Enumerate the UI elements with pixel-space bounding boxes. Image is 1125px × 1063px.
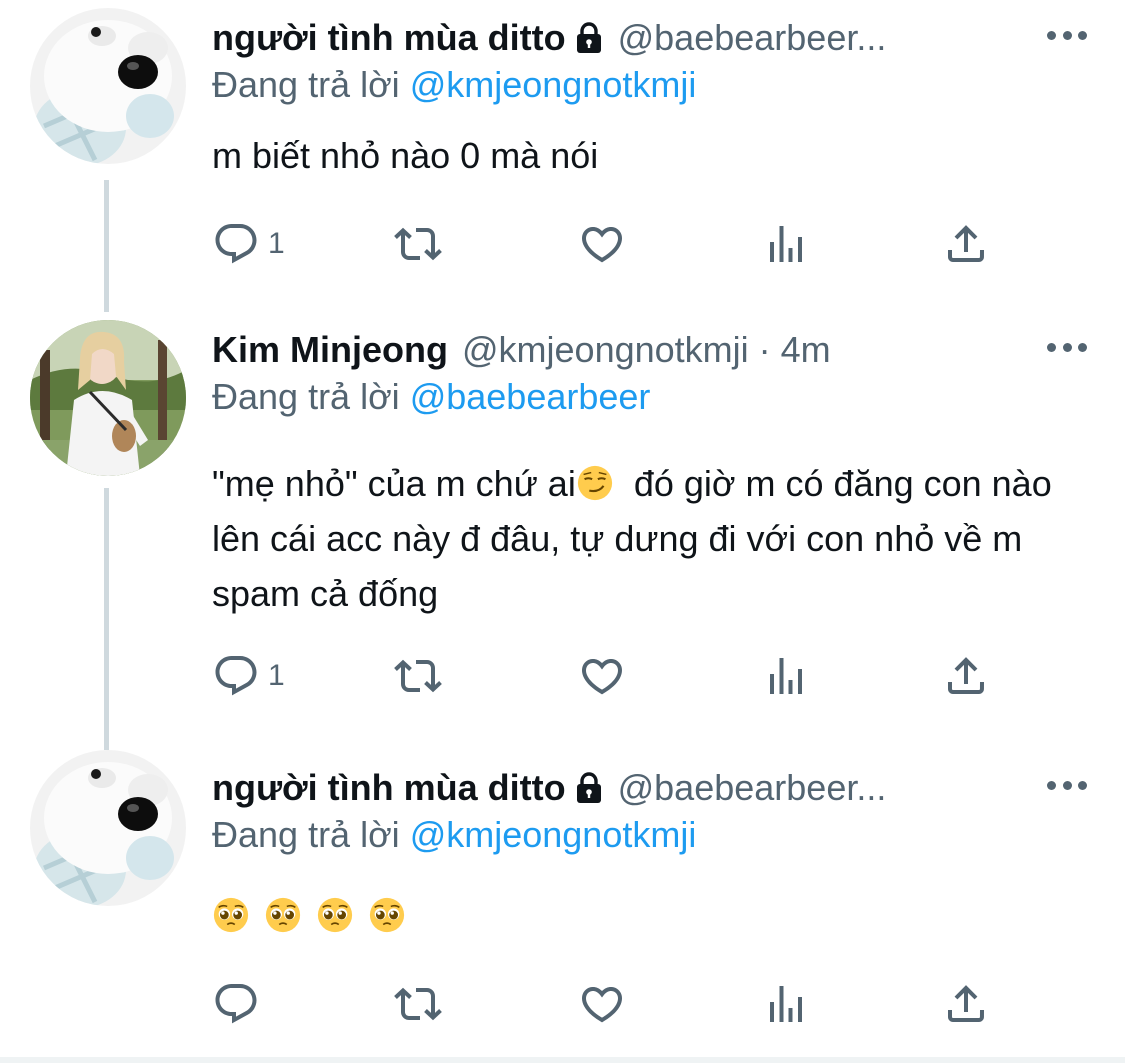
tweet-header: người tình mùa ditto @baebearbeer... <box>212 14 1095 62</box>
pleading-face-emoji <box>316 896 354 934</box>
retweet-button[interactable] <box>394 216 442 272</box>
tweet-header: người tình mùa ditto @baebearbeer... <box>212 764 1095 812</box>
avatar[interactable] <box>30 750 186 906</box>
views-icon <box>762 652 810 700</box>
like-icon <box>578 220 626 268</box>
timestamp[interactable]: 4m <box>781 329 831 371</box>
lock-icon <box>574 771 604 805</box>
reply-icon <box>212 220 260 268</box>
separator: · <box>758 329 771 370</box>
tweet-text <box>212 888 1092 943</box>
share-icon <box>942 980 990 1028</box>
more-icon[interactable] <box>1047 332 1087 362</box>
reply-button[interactable]: 1 <box>212 648 285 704</box>
display-name[interactable]: Kim Minjeong <box>212 329 448 371</box>
replying-label: Đang trả lời <box>212 64 410 105</box>
like-icon <box>578 980 626 1028</box>
reply-button[interactable]: 1 <box>212 216 285 272</box>
replying-label: Đang trả lời <box>212 814 410 855</box>
retweet-icon <box>394 652 442 700</box>
share-button[interactable] <box>942 976 990 1032</box>
retweet-button[interactable] <box>394 648 442 704</box>
replying-to: Đang trả lời @baebearbeer <box>212 376 650 418</box>
reply-icon <box>212 652 260 700</box>
retweet-icon <box>394 220 442 268</box>
tweet-header: Kim Minjeong @kmjeongnotkmji · 4m <box>212 326 1095 374</box>
views-icon <box>762 980 810 1028</box>
replying-to: Đang trả lời @kmjeongnotkmji <box>212 64 696 106</box>
username[interactable]: @baebearbeer... <box>618 17 887 59</box>
mention-link[interactable]: @baebearbeer <box>410 376 651 417</box>
tweet[interactable]: người tình mùa ditto @baebearbeer... Đan… <box>0 750 1125 1063</box>
views-icon <box>762 220 810 268</box>
share-icon <box>942 220 990 268</box>
mention-link[interactable]: @kmjeongnotkmji <box>410 814 697 855</box>
avatar[interactable] <box>30 8 186 164</box>
views-button[interactable] <box>762 976 810 1032</box>
like-icon <box>578 652 626 700</box>
lock-icon <box>574 21 604 55</box>
action-bar <box>212 976 1002 1032</box>
replying-to: Đang trả lời @kmjeongnotkmji <box>212 814 696 856</box>
views-button[interactable] <box>762 648 810 704</box>
reply-button[interactable] <box>212 976 260 1032</box>
replying-label: Đang trả lời <box>212 376 410 417</box>
display-name[interactable]: người tình mùa ditto <box>212 767 566 809</box>
smirking-face-emoji <box>576 464 614 502</box>
action-bar: 1 <box>212 216 1002 272</box>
like-button[interactable] <box>578 648 626 704</box>
retweet-icon <box>394 980 442 1028</box>
reply-count: 1 <box>268 227 285 260</box>
pleading-face-emoji <box>264 896 302 934</box>
retweet-button[interactable] <box>394 976 442 1032</box>
more-icon[interactable] <box>1047 20 1087 50</box>
share-button[interactable] <box>942 648 990 704</box>
reply-count: 1 <box>268 659 285 692</box>
tweet-text-part: "mẹ nhỏ" của m chứ ai <box>212 463 576 504</box>
tweet-text: m biết nhỏ nào 0 mà nói <box>212 135 599 176</box>
username[interactable]: @kmjeongnotkmji <box>462 329 749 371</box>
display-name[interactable]: người tình mùa ditto <box>212 17 566 59</box>
mention-link[interactable]: @kmjeongnotkmji <box>410 64 697 105</box>
tweet[interactable]: Kim Minjeong @kmjeongnotkmji · 4m Đang t… <box>0 312 1125 742</box>
share-button[interactable] <box>942 216 990 272</box>
tweet-text: "mẹ nhỏ" của m chứ ai đó giờ m có đăng c… <box>212 456 1092 621</box>
more-icon[interactable] <box>1047 770 1087 800</box>
like-button[interactable] <box>578 976 626 1032</box>
avatar[interactable] <box>30 320 186 476</box>
reply-icon <box>212 980 260 1028</box>
like-button[interactable] <box>578 216 626 272</box>
divider <box>0 1057 1125 1063</box>
action-bar: 1 <box>212 648 1002 704</box>
share-icon <box>942 652 990 700</box>
pleading-face-emoji <box>368 896 406 934</box>
tweet[interactable]: người tình mùa ditto @baebearbeer... Đan… <box>0 0 1125 300</box>
username[interactable]: @baebearbeer... <box>618 767 887 809</box>
views-button[interactable] <box>762 216 810 272</box>
pleading-face-emoji <box>212 896 250 934</box>
